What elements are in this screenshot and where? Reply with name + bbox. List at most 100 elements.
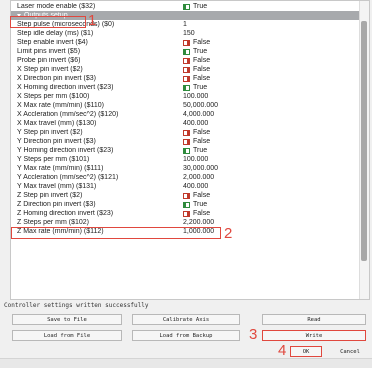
toggle-off-icon[interactable] [183, 138, 190, 145]
setting-row[interactable]: Y Direction pin invert ($3) False [11, 137, 360, 146]
setting-value[interactable]: False [183, 129, 360, 136]
setting-value[interactable]: 30,000.000 [183, 165, 360, 172]
save-to-file-button[interactable]: Save to File [12, 314, 122, 325]
setting-name: X Steps per mm ($100) [11, 93, 183, 100]
setting-row[interactable]: X Step pin invert ($2) False [11, 65, 360, 74]
toggle-off-icon[interactable] [183, 210, 190, 217]
setting-row[interactable]: Y Homing direction invert ($23) True [11, 146, 360, 155]
cancel-button[interactable]: Cancel [332, 346, 368, 357]
setting-name-text: X Homing direction invert ($23) [17, 84, 114, 91]
setting-value[interactable]: 100.000 [183, 93, 360, 100]
setting-name-text: Probe pin invert ($6) [17, 57, 81, 64]
setting-name: Z Homing direction invert ($23) [11, 210, 183, 217]
setting-value[interactable]: False [183, 75, 360, 82]
setting-value[interactable]: 100.000 [183, 156, 360, 163]
setting-row[interactable]: X Accleration (mm/sec^2) ($120) 4,000.000 [11, 110, 360, 119]
setting-value[interactable]: True [183, 48, 360, 55]
setting-row[interactable]: Z Direction pin invert ($3) True [11, 200, 360, 209]
ok-button[interactable]: OK [290, 346, 322, 357]
toggle-off-icon[interactable] [183, 39, 190, 46]
toggle-off-icon[interactable] [183, 192, 190, 199]
calibrate-axis-button[interactable]: Calibrate Axis [132, 314, 240, 325]
toggle-off-icon[interactable] [183, 75, 190, 82]
setting-value-text: False [193, 210, 211, 217]
toggle-off-icon[interactable] [183, 129, 190, 136]
setting-value[interactable]: True [183, 3, 360, 10]
setting-value[interactable]: False [183, 192, 360, 199]
setting-value[interactable]: 2,000.000 [183, 174, 360, 181]
setting-value-text: 150 [183, 30, 195, 37]
setting-value[interactable]: 1 [183, 21, 360, 28]
setting-value[interactable]: 150 [183, 30, 360, 37]
load-from-backup-button[interactable]: Load from Backup [132, 330, 240, 341]
vertical-scrollbar[interactable] [359, 1, 369, 299]
write-button[interactable]: Write [262, 330, 366, 341]
setting-row[interactable]: Limit pins invert ($5) True [11, 47, 360, 56]
setting-row[interactable]: Step idle delay (ms) ($1) 150 [11, 29, 360, 38]
setting-value-text: True [193, 48, 208, 55]
setting-row[interactable]: Y Step pin invert ($2) False [11, 128, 360, 137]
setting-value[interactable]: False [183, 39, 360, 46]
setting-value-text: 50,000.000 [183, 102, 219, 109]
setting-name: Y Homing direction invert ($23) [11, 147, 183, 154]
setting-value-text: False [193, 192, 211, 199]
setting-row[interactable]: Y Accleration (mm/sec^2) ($121) 2,000.000 [11, 173, 360, 182]
setting-value[interactable]: 400.000 [183, 120, 360, 127]
setting-row[interactable]: Probe pin invert ($6) False [11, 56, 360, 65]
setting-value[interactable]: True [183, 84, 360, 91]
setting-row[interactable]: Step enable invert ($4) False [11, 38, 360, 47]
setting-value-text: False [193, 66, 211, 73]
setting-row[interactable]: Y Steps per mm ($101) 100.000 [11, 155, 360, 164]
setting-value[interactable]: True [183, 201, 360, 208]
read-button[interactable]: Read [262, 314, 366, 325]
setting-name-text: X Max travel (mm) ($130) [17, 120, 97, 127]
annotation-box-outputs-setup [10, 16, 86, 28]
setting-value-text: False [193, 129, 211, 136]
toggle-off-icon[interactable] [183, 57, 190, 64]
toggle-off-icon[interactable] [183, 66, 190, 73]
setting-name: X Accleration (mm/sec^2) ($120) [11, 111, 183, 118]
setting-row[interactable]: X Max travel (mm) ($130) 400.000 [11, 119, 360, 128]
setting-name: Y Steps per mm ($101) [11, 156, 183, 163]
setting-name: X Direction pin invert ($3) [11, 75, 183, 82]
setting-value[interactable]: True [183, 147, 360, 154]
toggle-on-icon[interactable] [183, 3, 190, 10]
setting-row[interactable]: X Steps per mm ($100) 100.000 [11, 92, 360, 101]
setting-value[interactable]: 400.000 [183, 183, 360, 190]
setting-value[interactable]: 2,200.000 [183, 219, 360, 226]
setting-value[interactable]: False [183, 66, 360, 73]
toggle-on-icon[interactable] [183, 147, 190, 154]
annotation-box-y-max-travel [11, 227, 221, 239]
setting-row[interactable]: Z Homing direction invert ($23) False [11, 209, 360, 218]
toggle-on-icon[interactable] [183, 201, 190, 208]
setting-row[interactable]: Y Max rate (mm/min) ($111) 30,000.000 [11, 164, 360, 173]
status-message: Controller settings written successfully [4, 302, 149, 309]
setting-value[interactable]: 4,000.000 [183, 111, 360, 118]
setting-row[interactable]: Y Max travel (mm) ($131) 400.000 [11, 182, 360, 191]
setting-name-text: Y Steps per mm ($101) [17, 156, 90, 163]
setting-row[interactable]: X Homing direction invert ($23) True [11, 83, 360, 92]
setting-row[interactable]: X Max rate (mm/min) ($110) 50,000.000 [11, 101, 360, 110]
setting-value-text: 30,000.000 [183, 165, 219, 172]
settings-grid: Laser mode enable ($32) True Outputs setup… [10, 0, 370, 300]
setting-row[interactable]: Z Step pin invert ($2) False [11, 191, 360, 200]
scrollbar-thumb[interactable] [361, 21, 367, 261]
setting-value[interactable]: 50,000.000 [183, 102, 360, 109]
setting-name-text: Z Direction pin invert ($3) [17, 201, 96, 208]
toggle-on-icon[interactable] [183, 84, 190, 91]
setting-name-text: Step idle delay (ms) ($1) [17, 30, 94, 37]
setting-value-text: True [193, 84, 208, 91]
toggle-on-icon[interactable] [183, 48, 190, 55]
setting-value[interactable]: False [183, 57, 360, 64]
setting-value-text: 4,000.000 [183, 111, 215, 118]
setting-value-text: True [193, 3, 208, 10]
setting-value[interactable]: False [183, 210, 360, 217]
annotation-number-3: 3 [249, 326, 258, 343]
setting-value[interactable]: False [183, 138, 360, 145]
setting-name-text: X Step pin invert ($2) [17, 66, 83, 73]
setting-row[interactable]: X Direction pin invert ($3) False [11, 74, 360, 83]
setting-name-text: Y Homing direction invert ($23) [17, 147, 114, 154]
setting-row[interactable]: Laser mode enable ($32) True [11, 2, 360, 11]
load-from-file-button[interactable]: Load from File [12, 330, 122, 341]
setting-row[interactable]: Z Steps per mm ($102) 2,200.000 [11, 218, 360, 227]
